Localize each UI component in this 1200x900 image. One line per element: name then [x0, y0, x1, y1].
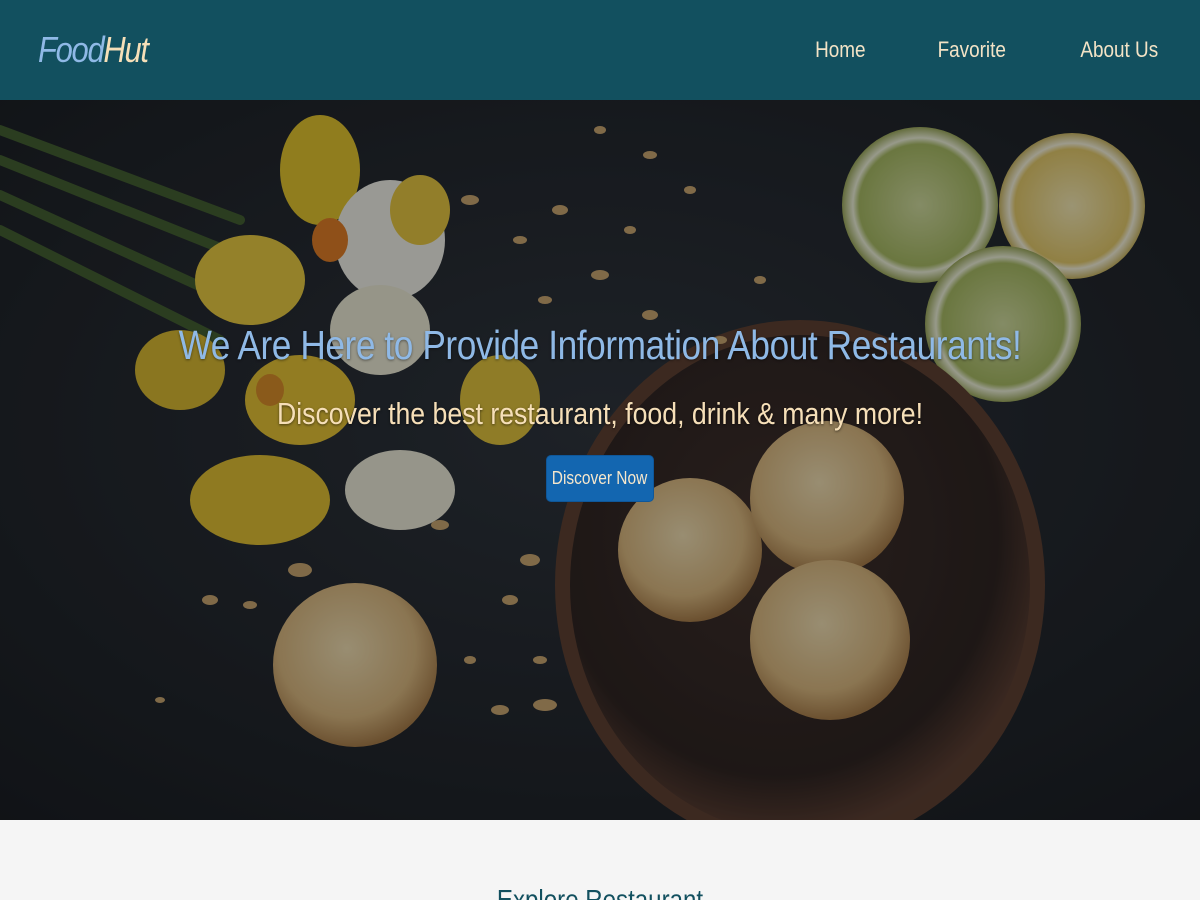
discover-now-label: Discover Now [552, 468, 648, 488]
hero-subtitle: Discover the best restaurant, food, drin… [276, 396, 924, 431]
brand-logo[interactable]: FoodHut [38, 29, 149, 70]
nav-link-home[interactable]: Home [815, 29, 865, 71]
hero-title: We Are Here to Provide Information About… [178, 322, 1022, 368]
hero-content: We Are Here to Provide Information About… [0, 100, 1200, 820]
main-nav: Home Favorite About Us [811, 29, 1164, 71]
explore-section: Explore Restaurant [0, 820, 1200, 900]
hero-section: We Are Here to Provide Information About… [0, 100, 1200, 820]
explore-title: Explore Restaurant [496, 884, 704, 900]
nav-link-favorite[interactable]: Favorite [938, 29, 1006, 71]
nav-item-favorite: Favorite [932, 29, 1011, 71]
brand-logo-food: Food [38, 29, 105, 70]
brand-logo-hut: Hut [103, 29, 149, 70]
nav-item-about-us: About Us [1074, 29, 1165, 71]
nav-list: Home Favorite About Us [811, 29, 1164, 71]
app-header: FoodHut Home Favorite About Us [0, 0, 1200, 100]
nav-link-about-us[interactable]: About Us [1080, 29, 1158, 71]
nav-item-home: Home [811, 29, 870, 71]
discover-now-button[interactable]: Discover Now [546, 455, 654, 502]
